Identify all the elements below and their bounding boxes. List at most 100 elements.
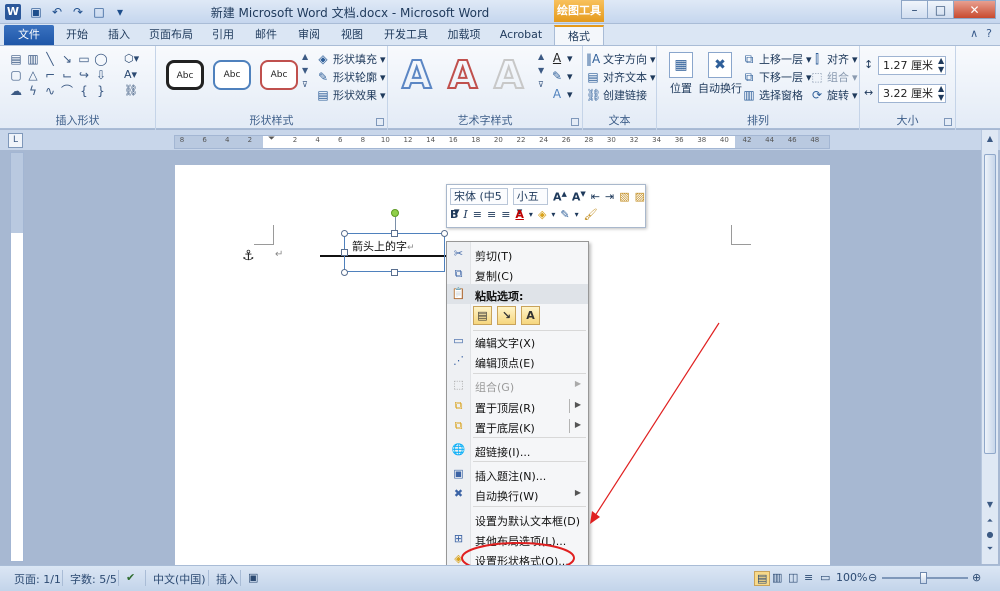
arc-shape-icon[interactable]: ⌒ (59, 84, 75, 99)
tab-developer[interactable]: 开发工具 (376, 25, 436, 45)
shape-outline-mini-icon[interactable]: ✎ (560, 208, 569, 221)
line-shape-icon[interactable]: ╲ (42, 52, 58, 67)
draft-view-icon[interactable]: ▭ (820, 571, 830, 584)
wordart-style-gray[interactable]: A (493, 52, 524, 98)
horizontal-ruler[interactable]: ⏷ 8 6 4 2 2 4 6 8 10 12 14 16 18 20 22 24 26 28 30 32 34 36 38… (174, 134, 830, 149)
maximize-button[interactable]: □ (927, 0, 954, 19)
textbox-shape-icon[interactable]: ▤ (8, 52, 24, 67)
align-text-button[interactable]: ▤ 对齐文本 ▾ (586, 69, 655, 85)
tab-mailings[interactable]: 邮件 (247, 25, 285, 45)
tab-selector-icon[interactable]: L (8, 133, 23, 148)
chevron-down-icon[interactable]: ▾ (529, 210, 533, 219)
shrink-font-icon[interactable]: A▼ (572, 190, 586, 204)
selection-pane-button[interactable]: ▥ 选择窗格 (742, 87, 803, 103)
print-layout-view-icon[interactable]: ▤ (754, 571, 771, 586)
rotate-handle[interactable] (391, 209, 399, 217)
first-line-indent-marker[interactable]: ⏷ (268, 134, 275, 144)
prev-page-icon[interactable]: ⏶ (984, 516, 996, 528)
rotate-button[interactable]: ⟳ 旋转 ▾ (810, 87, 858, 103)
brace-right-icon[interactable]: } (93, 84, 109, 99)
text-direction-button[interactable]: ‖A 文字方向 ▾ (586, 51, 656, 67)
status-language[interactable]: 中文(中国) (153, 571, 206, 587)
rounded-rect-shape-icon[interactable]: ▢ (8, 68, 24, 83)
shape-effects-button[interactable]: ▤ 形状效果 ▾ (316, 87, 385, 103)
textbox-vertical-shape-icon[interactable]: ▥ (25, 52, 41, 67)
menu-item-insert-caption[interactable]: ▣ 插入题注(N)... (447, 464, 588, 484)
increase-indent-icon[interactable]: ⇥ (605, 190, 614, 203)
zoom-level[interactable]: 100% (836, 571, 867, 584)
wrap-text-button[interactable]: ✖ 自动换行 (695, 52, 745, 96)
menu-item-group[interactable]: ⬚ 组合(G) ▶ (447, 375, 588, 395)
text-effects-button[interactable]: A ▾ (550, 87, 573, 101)
menu-item-wrap-text[interactable]: ✖ 自动换行(W) ▶ (447, 484, 588, 504)
status-word-count[interactable]: 字数: 5/5 (70, 571, 117, 587)
text-outline-button[interactable]: ✎ ▾ (550, 69, 573, 83)
tab-file[interactable]: 文件 (4, 25, 54, 45)
tab-acrobat[interactable]: Acrobat (494, 25, 548, 45)
paste-keep-format-icon[interactable]: ▤ (473, 306, 492, 325)
menu-item-bring-to-front[interactable]: ⧉ 置于顶层(R) ▶ (447, 396, 588, 416)
align-button[interactable]: ⫿ 对齐 ▾ (810, 51, 857, 67)
wordart-style-blue[interactable]: A (401, 52, 432, 98)
font-name-dropdown[interactable]: 宋体 (中5 ▾ (450, 188, 508, 218)
triangle-shape-icon[interactable]: △ (25, 68, 41, 83)
zoom-slider-knob[interactable] (920, 572, 927, 584)
link-icon[interactable]: ⛓ (124, 84, 139, 97)
width-spin-arrows-icon[interactable]: ▲ ▼ (938, 84, 944, 102)
justify-icon[interactable]: ≡ (501, 208, 510, 221)
grow-font-icon[interactable]: A▲ (553, 190, 567, 204)
format-painter-icon[interactable]: 🖌 (584, 208, 598, 221)
vertical-ruler[interactable] (10, 152, 24, 562)
rectangle-shape-icon[interactable]: ▭ (76, 52, 92, 67)
wordart-gallery-up[interactable]: ▲ (538, 52, 544, 61)
wordart-style-red[interactable]: A (447, 52, 478, 98)
vertical-scrollbar[interactable]: ▲ ▼ ⏶ ● ⏷ (981, 130, 998, 564)
paste-text-only-icon[interactable]: A (521, 306, 540, 325)
send-backward-button[interactable]: ⧉ 下移一层 ▾ (742, 69, 812, 85)
shape-outline-button[interactable]: ✎ 形状轮廓 ▾ (316, 69, 386, 85)
shape-gallery[interactable]: ▤ ▥ ╲ ↘ ▭ ◯ ▢ △ ⌐ ⌙ ↪ ⇩ ☁ ϟ ∿ ⌒ { } (8, 52, 112, 99)
outline-view-icon[interactable]: ≡ (804, 571, 813, 584)
tab-addins[interactable]: 加载项 (440, 25, 488, 45)
font-color-icon[interactable]: A (515, 208, 524, 221)
curve-shape-icon[interactable]: ∿ (42, 84, 58, 99)
create-link-button[interactable]: ⛓ 创建链接 (586, 87, 647, 103)
menu-item-hyperlink[interactable]: 🌐 超链接(I)... (447, 440, 588, 460)
shape-fill-button[interactable]: ◈ 形状填充 ▾ (316, 51, 385, 67)
curved-arrow-icon[interactable]: ↪ (76, 68, 92, 83)
tab-references[interactable]: 引用 (204, 25, 242, 45)
align-center-icon[interactable]: ≡ (487, 208, 496, 221)
close-button[interactable]: ✕ (953, 0, 996, 19)
shape-style-gallery-more[interactable]: ⊽ (302, 80, 308, 89)
next-page-icon[interactable]: ⏷ (984, 544, 996, 556)
submenu-arrow-icon[interactable]: ▶ (575, 420, 581, 429)
tab-view[interactable]: 视图 (333, 25, 371, 45)
menu-item-send-to-back[interactable]: ⧉ 置于底层(K) ▶ (447, 416, 588, 436)
tab-page-layout[interactable]: 页面布局 (142, 25, 200, 45)
wordart-styles-launcher[interactable] (571, 118, 579, 126)
tab-home[interactable]: 开始 (58, 25, 96, 45)
minimize-ribbon-icon[interactable]: ∧ (970, 27, 978, 40)
resize-handle-left[interactable] (341, 249, 348, 256)
resize-handle-top-right[interactable] (441, 230, 448, 237)
wordart-gallery-more[interactable]: ⊽ (538, 80, 544, 89)
height-spin-arrows-icon[interactable]: ▲ ▼ (938, 56, 944, 74)
status-insert-mode[interactable]: 插入 (216, 571, 238, 587)
italic-icon[interactable]: I (463, 208, 467, 221)
shape-style-red[interactable]: Abc (260, 60, 298, 90)
resize-handle-bottom-left[interactable] (341, 269, 348, 276)
menu-item-more-layout-options[interactable]: ⊞ 其他布局选项(L)... (447, 529, 588, 549)
menu-item-edit-points[interactable]: ⋰ 编辑顶点(E) (447, 351, 588, 371)
lightning-shape-icon[interactable]: ϟ (25, 84, 41, 99)
web-layout-view-icon[interactable]: ◫ (788, 571, 798, 584)
wordart-gallery-down[interactable]: ▼ (538, 66, 544, 75)
resize-handle-top[interactable] (391, 230, 398, 237)
menu-item-set-default-textbox[interactable]: 设置为默认文本框(D) (447, 509, 588, 529)
scroll-down-icon[interactable]: ▼ (984, 500, 996, 512)
browse-object-icon[interactable]: ● (984, 530, 996, 542)
submenu-arrow-icon[interactable]: ▶ (575, 400, 581, 409)
shape-height-input[interactable]: 1.27 厘米 (878, 56, 946, 75)
tab-review[interactable]: 审阅 (290, 25, 328, 45)
format-painter-mini-icon[interactable]: ▧ (619, 190, 629, 203)
proofing-icon[interactable]: ✔ (126, 571, 135, 584)
